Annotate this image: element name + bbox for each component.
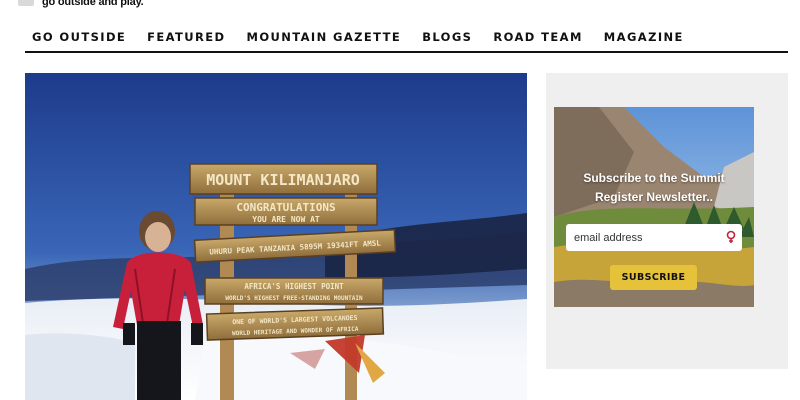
nav-item-mountain-gazette[interactable]: MOUNTAIN GAZETTE: [247, 30, 402, 44]
newsletter-title: Subscribe to the Summit Register Newslet…: [554, 169, 754, 207]
sign-line-5: WORLD'S HIGHEST FREE-STANDING MOUNTAIN: [225, 295, 363, 302]
newsletter-widget: Subscribe to the Summit Register Newslet…: [554, 107, 754, 307]
sidebar: Subscribe to the Summit Register Newslet…: [546, 73, 788, 369]
site-header: go outside and play.: [0, 0, 800, 14]
newsletter-title-line-1: Subscribe to the Summit: [583, 171, 725, 185]
sign-line-4: AFRICA'S HIGHEST POINT: [244, 282, 344, 291]
nav-item-go-outside[interactable]: GO OUTSIDE: [32, 30, 126, 44]
nav-item-featured[interactable]: FEATURED: [147, 30, 225, 44]
site-tagline: go outside and play.: [42, 0, 144, 8]
main-nav: GO OUTSIDE FEATURED MOUNTAIN GAZETTE BLO…: [25, 22, 788, 53]
sign-line-0: MOUNT KILIMANJARO: [206, 171, 360, 189]
sign-line-1: CONGRATULATIONS: [236, 201, 335, 214]
hero-image[interactable]: MOUNT KILIMANJARO CONGRATULATIONS YOU AR…: [25, 73, 527, 400]
site-logo[interactable]: [18, 0, 34, 6]
kilimanjaro-summit-photo: MOUNT KILIMANJARO CONGRATULATIONS YOU AR…: [25, 73, 527, 400]
nav-item-road-team[interactable]: ROAD TEAM: [493, 30, 582, 44]
email-field[interactable]: [566, 224, 742, 251]
newsletter-title-line-2: Register Newsletter..: [594, 190, 714, 204]
sign-line-2: YOU ARE NOW AT: [252, 215, 320, 224]
subscribe-button[interactable]: SUBSCRIBE: [610, 265, 697, 290]
summit-sign: MOUNT KILIMANJARO CONGRATULATIONS YOU AR…: [189, 163, 397, 341]
nav-item-blogs[interactable]: BLOGS: [422, 30, 472, 44]
password-manager-icon[interactable]: [726, 230, 736, 244]
nav-item-magazine[interactable]: MAGAZINE: [604, 30, 684, 44]
